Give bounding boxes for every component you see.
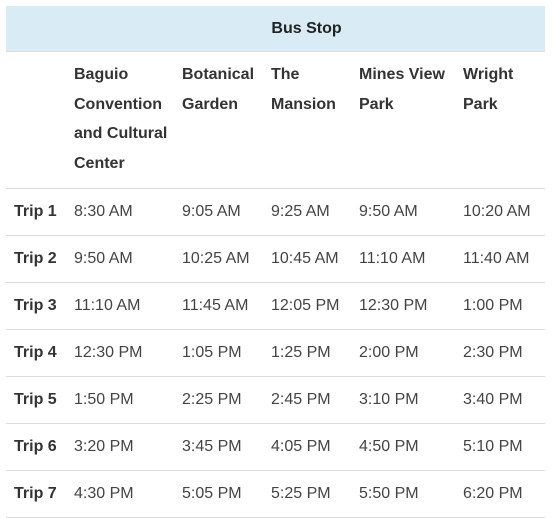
departure-time-cell: 12:30 PM bbox=[68, 329, 176, 377]
trip-column-header bbox=[6, 51, 68, 189]
departure-time-cell: 5:50 PM bbox=[353, 470, 457, 518]
table-row: Trip 6 3:20 PM 3:45 PM 4:05 PM 4:50 PM 5:10 P… bbox=[6, 423, 546, 471]
trip-label: Trip 4 bbox=[6, 329, 68, 377]
trip-label: Trip 6 bbox=[6, 423, 68, 471]
departure-time-cell: 11:10 AM bbox=[68, 282, 176, 330]
departure-time-cell: 5:10 PM bbox=[457, 423, 546, 471]
departure-time-cell: 11:45 AM bbox=[176, 282, 265, 330]
departure-time-cell: 5:25 PM bbox=[265, 470, 353, 518]
departure-time-cell: 3:40 PM bbox=[457, 376, 546, 424]
departure-time-cell: 3:20 PM bbox=[68, 423, 176, 471]
table-row: Trip 3 11:10 AM 11:45 AM 12:05 PM 12:30 PM 1:… bbox=[6, 282, 546, 330]
departure-time-cell: 9:50 AM bbox=[353, 188, 457, 236]
table-row: Trip 4 12:30 PM 1:05 PM 1:25 PM 2:00 PM 2:30 … bbox=[6, 329, 546, 377]
departure-time-cell: 1:00 PM bbox=[457, 282, 546, 330]
departure-time-cell: 5:05 PM bbox=[176, 470, 265, 518]
bus-stop-group-header: Bus Stop bbox=[6, 6, 546, 52]
departure-time-cell: 2:30 PM bbox=[457, 329, 546, 377]
departure-time-cell: 12:30 PM bbox=[353, 282, 457, 330]
trip-label: Trip 5 bbox=[6, 376, 68, 424]
trip-label: Trip 3 bbox=[6, 282, 68, 330]
departure-time-cell: 4:05 PM bbox=[265, 423, 353, 471]
departure-time-cell: 9:05 AM bbox=[176, 188, 265, 236]
trip-label: Trip 7 bbox=[6, 470, 68, 518]
stop-header-the-mansion: The Mansion bbox=[265, 51, 353, 189]
table-row: Trip 7 4:30 PM 5:05 PM 5:25 PM 5:50 PM 6:20 P… bbox=[6, 470, 546, 518]
table-row: Trip 2 9:50 AM 10:25 AM 10:45 AM 11:10 AM 11:… bbox=[6, 235, 546, 283]
departure-time-cell: 9:50 AM bbox=[68, 235, 176, 283]
departure-time-cell: 1:05 PM bbox=[176, 329, 265, 377]
departure-time-cell: 10:20 AM bbox=[457, 188, 546, 236]
stop-header-baguio-convention: Baguio Convention and Cultural Center bbox=[68, 51, 176, 189]
table-row: Trip 5 1:50 PM 2:25 PM 2:45 PM 3:10 PM 3:40 P… bbox=[6, 376, 546, 424]
departure-time-cell: 11:40 AM bbox=[457, 235, 546, 283]
departure-time-cell: 1:25 PM bbox=[265, 329, 353, 377]
departure-time-cell: 2:25 PM bbox=[176, 376, 265, 424]
departure-time-cell: 3:10 PM bbox=[353, 376, 457, 424]
stop-header-row: Baguio Convention and Cultural Center Bo… bbox=[6, 51, 546, 189]
departure-time-cell: 4:30 PM bbox=[68, 470, 176, 518]
departure-time-cell: 10:45 AM bbox=[265, 235, 353, 283]
trip-label: Trip 1 bbox=[6, 188, 68, 236]
trip-label: Trip 2 bbox=[6, 235, 68, 283]
departure-time-cell: 8:30 AM bbox=[68, 188, 176, 236]
stop-header-mines-view-park: Mines View Park bbox=[353, 51, 457, 189]
departure-time-cell: 4:50 PM bbox=[353, 423, 457, 471]
departure-time-cell: 2:45 PM bbox=[265, 376, 353, 424]
stop-header-wright-park: Wright Park bbox=[457, 51, 546, 189]
departure-time-cell: 2:00 PM bbox=[353, 329, 457, 377]
departure-time-cell: 10:25 AM bbox=[176, 235, 265, 283]
departure-time-cell: 12:05 PM bbox=[265, 282, 353, 330]
departure-time-cell: 1:50 PM bbox=[68, 376, 176, 424]
departure-time-cell: 6:20 PM bbox=[457, 470, 546, 518]
table-row: Trip 1 8:30 AM 9:05 AM 9:25 AM 9:50 AM 10:20 … bbox=[6, 188, 546, 236]
departure-time-cell: 9:25 AM bbox=[265, 188, 353, 236]
stop-header-botanical-garden: Botanical Garden bbox=[176, 51, 265, 189]
bus-schedule-table: Bus Stop Baguio Convention and Cultural … bbox=[6, 6, 546, 518]
departure-time-cell: 11:10 AM bbox=[353, 235, 457, 283]
departure-time-cell: 3:45 PM bbox=[176, 423, 265, 471]
